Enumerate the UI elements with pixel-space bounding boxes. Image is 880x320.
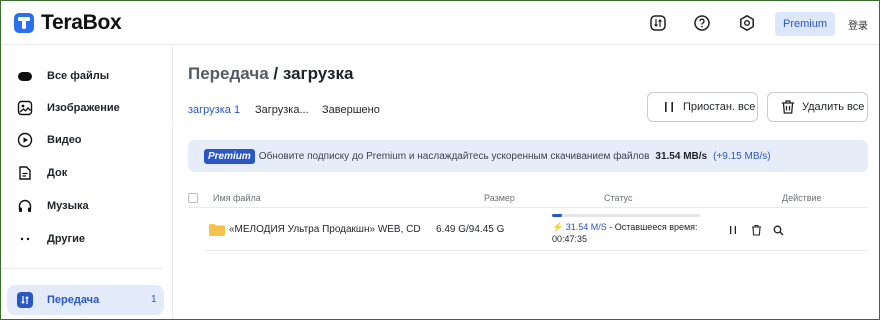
logo[interactable]: TeraBox	[13, 9, 122, 37]
top-bar: TeraBox Premium 登录	[1, 1, 879, 45]
column-header-action: Действие	[782, 193, 822, 203]
folder-icon	[209, 223, 225, 236]
terabox-logo-icon	[13, 12, 35, 34]
sidebar-item-all-files[interactable]: Все файлы	[1, 61, 173, 91]
lightning-icon: ⚡	[552, 222, 564, 232]
pause-icon	[661, 99, 677, 115]
sidebar-item-docs[interactable]: Док	[1, 158, 173, 188]
sidebar-item-label: Все файлы	[47, 70, 110, 82]
tab-download[interactable]: загрузка 1	[188, 104, 240, 116]
sidebar-item-transfer[interactable]: Передача 1	[7, 285, 164, 315]
sidebar-item-label: Изображение	[47, 102, 120, 114]
column-header-size: Размер	[484, 193, 515, 203]
sidebar-item-other[interactable]: Другие	[1, 224, 173, 254]
breadcrumb-current: загрузка	[282, 64, 354, 83]
login-link[interactable]: 登录	[848, 17, 868, 32]
page-title: Передача / загрузка	[188, 64, 353, 84]
banner-message: Обновите подписку до Premium и наслаждай…	[258, 150, 650, 162]
sidebar-item-label: Видео	[47, 134, 82, 146]
help-icon[interactable]	[691, 12, 713, 34]
pause-all-button[interactable]: Приостан. все	[647, 92, 758, 122]
sidebar-item-label: Док	[47, 167, 68, 179]
settings-icon[interactable]	[736, 12, 758, 34]
download-progress-bar	[552, 214, 700, 217]
search-icon[interactable]	[772, 224, 784, 236]
column-header-name: Имя файла	[213, 193, 261, 203]
delete-icon[interactable]	[750, 224, 762, 236]
delete-all-button[interactable]: Удалить все	[767, 92, 868, 122]
sidebar-item-label: Передача	[47, 294, 100, 306]
breadcrumb-separator: /	[273, 64, 279, 83]
pause-all-label: Приостан. все	[683, 101, 756, 113]
premium-badge: Premium	[204, 148, 255, 164]
banner-speed-gain: (+9.15 MB/s)	[713, 150, 771, 162]
file-size: 6.49 G/94.45 G	[436, 224, 505, 235]
column-header-status: Статус	[604, 193, 633, 203]
sidebar-item-images[interactable]: Изображение	[1, 93, 173, 123]
file-name: «МЕЛОДИЯ Ультра Продакшн» WEB, CD	[229, 224, 421, 235]
transfer-icon	[17, 292, 33, 308]
transfer-toolbar-icon[interactable]	[647, 12, 669, 34]
sidebar-item-label: Музыка	[47, 200, 89, 212]
select-all-checkbox[interactable]	[188, 193, 198, 203]
remaining-time: 00:47:35	[552, 234, 588, 244]
table-header: Имя файла Размер Статус Действие	[188, 190, 868, 208]
tab-completed[interactable]: Завершено	[322, 104, 380, 116]
download-speed: 31.54 M/S	[565, 222, 607, 232]
app-name: TeraBox	[41, 11, 122, 34]
video-icon	[17, 132, 33, 148]
download-progress-fill	[552, 214, 563, 217]
more-icon	[17, 231, 33, 247]
trash-icon	[780, 99, 796, 115]
sidebar-item-video[interactable]: Видео	[1, 125, 173, 155]
download-status: ⚡ 31.54 M/S - Оставшееся время:	[552, 222, 698, 233]
sidebar-divider	[1, 268, 163, 269]
premium-button[interactable]: Premium	[775, 12, 835, 36]
sidebar-item-music[interactable]: Музыка	[1, 191, 173, 221]
table-row[interactable]: «МЕЛОДИЯ Ультра Продакшн» WEB, CD 6.49 G…	[205, 209, 868, 251]
delete-all-label: Удалить все	[802, 101, 865, 113]
remaining-label: - Оставшееся время:	[609, 222, 698, 232]
image-icon	[17, 100, 33, 116]
sidebar: Все файлы Изображение Видео Док Музыка Д…	[1, 45, 173, 319]
doc-icon	[17, 165, 33, 181]
tab-uploading[interactable]: Загрузка...	[255, 104, 309, 116]
pause-icon[interactable]	[727, 224, 739, 236]
breadcrumb-transfer[interactable]: Передача	[188, 64, 269, 83]
all-files-icon	[17, 68, 33, 84]
banner-speed: 31.54 MB/s	[655, 150, 708, 162]
music-icon	[17, 198, 33, 214]
sidebar-item-label: Другие	[47, 233, 85, 245]
premium-banner[interactable]: Premium Обновите подписку до Premium и н…	[188, 140, 868, 172]
transfer-count-badge: 1	[151, 294, 157, 305]
